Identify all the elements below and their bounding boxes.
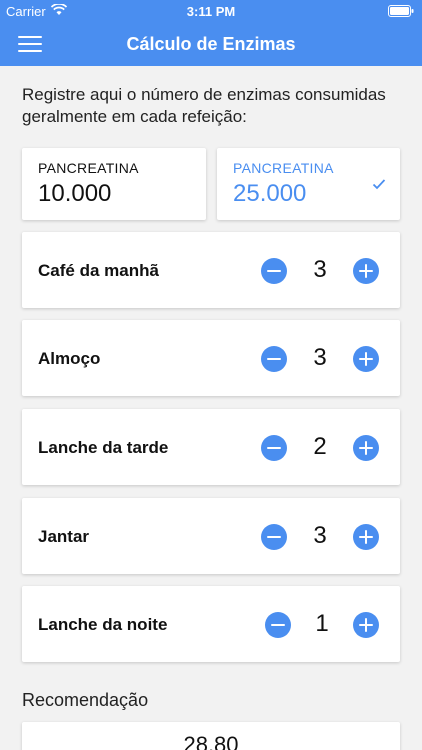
minus-icon[interactable] [261, 346, 287, 372]
meal-card-breakfast: Café da manhã 3 [22, 232, 400, 308]
meal-quantity: 3 [313, 522, 327, 549]
minus-icon[interactable] [261, 524, 287, 550]
meal-name: Café da manhã [38, 261, 159, 280]
meal-quantity: 1 [315, 610, 329, 637]
minus-icon[interactable] [261, 258, 287, 284]
meal-card-lunch: Almoço 3 [22, 320, 400, 396]
minus-icon[interactable] [261, 435, 287, 461]
enzyme-option-25000[interactable]: PANCREATINA 25.000 [217, 148, 400, 220]
plus-icon[interactable] [353, 612, 379, 638]
meal-name: Lanche da tarde [38, 438, 169, 457]
enzyme-label: PANCREATINA [233, 160, 334, 176]
recommendation-value: 28,80 [183, 732, 239, 750]
enzyme-option-10000[interactable]: PANCREATINA 10.000 [22, 148, 206, 220]
intro-text: Registre aqui o número de enzimas consum… [22, 85, 386, 126]
check-icon [372, 179, 386, 190]
enzyme-value: 25.000 [233, 180, 307, 207]
minus-icon[interactable] [265, 612, 291, 638]
meal-name: Lanche da noite [38, 615, 168, 634]
meal-card-night-snack: Lanche da noite 1 [22, 586, 400, 662]
plus-icon[interactable] [353, 524, 379, 550]
plus-icon[interactable] [353, 258, 379, 284]
enzyme-label: PANCREATINA [38, 160, 139, 176]
meal-card-dinner: Jantar 3 [22, 498, 400, 574]
page-title: Cálculo de Enzimas [126, 34, 296, 54]
status-time: 3:11 PM [186, 4, 236, 19]
battery-icon [388, 5, 414, 17]
recommendation-card: 28,80 [22, 722, 400, 750]
nav-bar: Cálculo de Enzimas [0, 22, 422, 66]
meal-quantity: 3 [313, 344, 327, 371]
status-bar: Carrier 3:11 PM [0, 0, 422, 22]
enzyme-value: 10.000 [38, 180, 112, 207]
plus-icon[interactable] [353, 346, 379, 372]
meal-name: Jantar [38, 527, 90, 546]
meal-name: Almoço [38, 349, 101, 368]
meal-card-afternoon-snack: Lanche da tarde 2 [22, 409, 400, 485]
meal-quantity: 3 [313, 256, 327, 283]
plus-icon[interactable] [353, 435, 379, 461]
recommendation-title: Recomendação [22, 690, 149, 710]
meal-quantity: 2 [313, 433, 327, 460]
